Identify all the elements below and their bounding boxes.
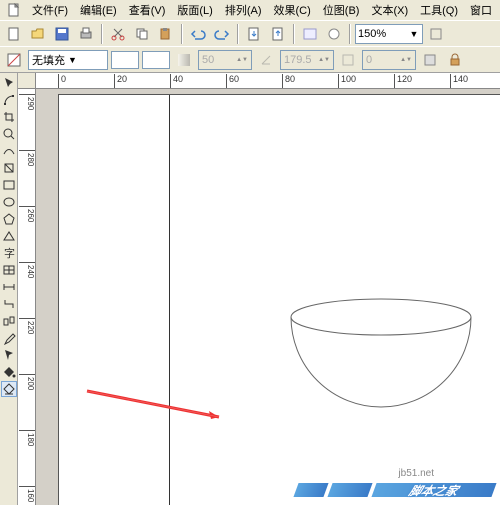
menu-view[interactable]: 查看(V): [123, 0, 172, 20]
polygon-tool[interactable]: [1, 211, 17, 227]
open-button[interactable]: [27, 23, 49, 45]
menu-window[interactable]: 窗口: [464, 0, 498, 20]
menu-bitmap[interactable]: 位图(B): [317, 0, 366, 20]
fill-type-button[interactable]: [3, 49, 25, 71]
fountain-type-button[interactable]: [173, 49, 195, 71]
standard-toolbar: ▼: [0, 20, 500, 46]
smart-fill-tool[interactable]: [1, 160, 17, 176]
zoom-input[interactable]: [358, 28, 408, 40]
separator: [349, 24, 351, 44]
pick-tool[interactable]: [1, 75, 17, 91]
midpoint-input: 50▲▼: [198, 50, 252, 70]
watermark: 脚本之家 jb51.net: [296, 483, 494, 497]
color-swatch-from[interactable]: [111, 51, 139, 69]
menu-tools[interactable]: 工具(Q): [414, 0, 464, 20]
menu-bar: 文件(F) 编辑(E) 查看(V) 版面(L) 排列(A) 效果(C) 位图(B…: [0, 0, 500, 20]
menu-edit[interactable]: 编辑(E): [74, 0, 123, 20]
new-button[interactable]: [3, 23, 25, 45]
vertical-ruler[interactable]: 290280260240220200180160140: [18, 89, 36, 505]
horizontal-ruler[interactable]: 020406080100120140160: [36, 73, 500, 89]
menu-arrange[interactable]: 排列(A): [219, 0, 268, 20]
angle-icon: [255, 49, 277, 71]
svg-text:字: 字: [4, 246, 15, 260]
menu-layout[interactable]: 版面(L): [171, 0, 218, 20]
chevron-down-icon[interactable]: ▼: [68, 55, 104, 65]
export-button[interactable]: [267, 23, 289, 45]
angle-input: 179.5▲▼: [280, 50, 334, 70]
crop-tool[interactable]: [1, 109, 17, 125]
connector-tool[interactable]: [1, 296, 17, 312]
copy-props-button[interactable]: [419, 49, 441, 71]
fill-tool[interactable]: [1, 364, 17, 380]
zoom-combo[interactable]: ▼: [355, 24, 423, 44]
basic-shapes-tool[interactable]: [1, 228, 17, 244]
blend-tool[interactable]: [1, 313, 17, 329]
save-button[interactable]: [51, 23, 73, 45]
workspace: 字 020406080100120140160 2902802602402202…: [0, 72, 500, 505]
fill-combo[interactable]: 无填充 ▼: [28, 50, 108, 70]
cut-button[interactable]: [107, 23, 129, 45]
separator: [101, 24, 103, 44]
snap-button[interactable]: [425, 23, 447, 45]
app-icon: [6, 2, 22, 18]
zoom-tool[interactable]: [1, 126, 17, 142]
edge-icon: [337, 49, 359, 71]
ruler-origin[interactable]: [18, 73, 36, 89]
menu-file[interactable]: 文件(F): [26, 0, 74, 20]
bowl-rim-ellipse[interactable]: [291, 299, 471, 335]
interactive-fill-tool[interactable]: [1, 381, 17, 397]
separator: [237, 24, 239, 44]
toolbox: 字: [0, 73, 18, 505]
watermark-site: jb51.net: [398, 468, 434, 479]
fill-label: 无填充: [32, 52, 68, 68]
lock-button[interactable]: [444, 49, 466, 71]
copy-button[interactable]: [131, 23, 153, 45]
separator: [181, 24, 183, 44]
bowl-body-arc[interactable]: [291, 317, 471, 407]
canvas-viewport[interactable]: [36, 89, 500, 505]
ruler-area: 020406080100120140160 290280260240220200…: [18, 73, 500, 505]
chevron-down-icon[interactable]: ▼: [408, 29, 420, 39]
separator: [293, 24, 295, 44]
edge-input: 0▲▼: [362, 50, 416, 70]
property-bar: 无填充 ▼ 50▲▼ 179.5▲▼ 0▲▼: [0, 46, 500, 72]
menu-text[interactable]: 文本(X): [365, 0, 414, 20]
redo-button[interactable]: [211, 23, 233, 45]
table-tool[interactable]: [1, 262, 17, 278]
text-tool[interactable]: 字: [1, 245, 17, 261]
paste-button[interactable]: [155, 23, 177, 45]
freehand-tool[interactable]: [1, 143, 17, 159]
page[interactable]: [58, 94, 500, 505]
shape-tool[interactable]: [1, 92, 17, 108]
dimension-tool[interactable]: [1, 279, 17, 295]
import-button[interactable]: [243, 23, 265, 45]
color-swatch-to[interactable]: [142, 51, 170, 69]
outline-tool[interactable]: [1, 347, 17, 363]
undo-button[interactable]: [187, 23, 209, 45]
ellipse-tool[interactable]: [1, 194, 17, 210]
rectangle-tool[interactable]: [1, 177, 17, 193]
app-launcher-button[interactable]: [299, 23, 321, 45]
welcome-button[interactable]: [323, 23, 345, 45]
watermark-text: 脚本之家: [407, 482, 461, 499]
drawing-canvas: [59, 95, 500, 505]
eyedropper-tool[interactable]: [1, 330, 17, 346]
print-button[interactable]: [75, 23, 97, 45]
menu-effects[interactable]: 效果(C): [268, 0, 317, 20]
